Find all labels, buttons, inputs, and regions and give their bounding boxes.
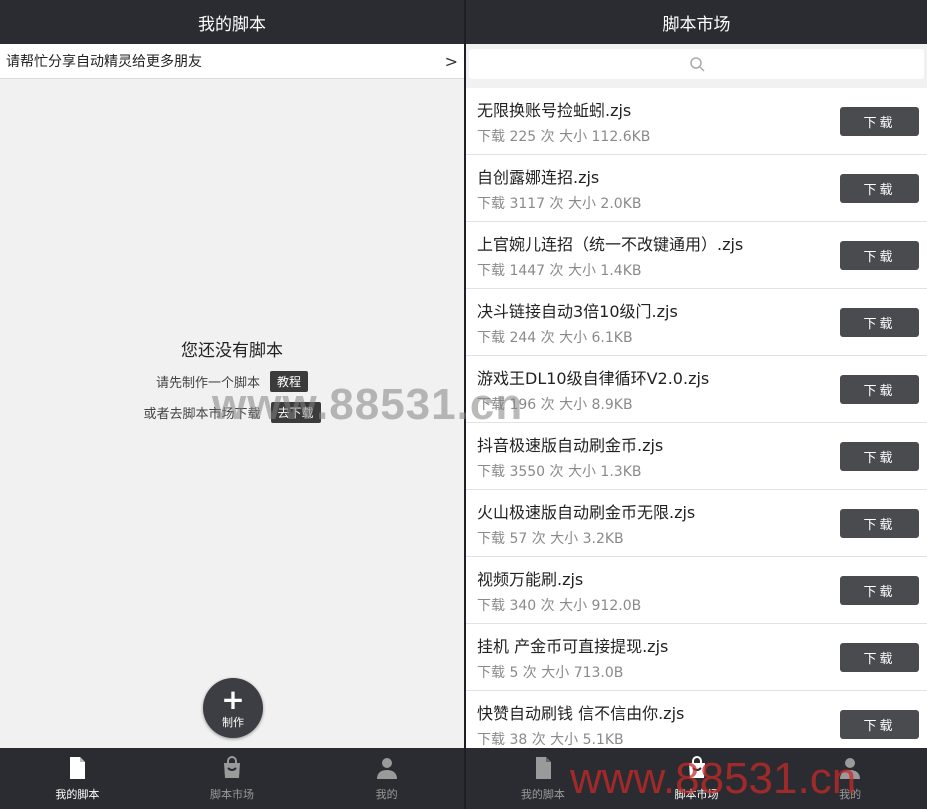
tutorial-button[interactable]: 教程 (270, 371, 309, 392)
my-scripts-screen: 我的脚本 请帮忙分享自动精灵给更多朋友 > 您还没有脚本 请先制作一个脚本 教程… (0, 0, 464, 809)
search-area (466, 44, 927, 88)
download-button[interactable]: 下载 (840, 107, 919, 136)
script-name: 快赞自动刷钱 信不信由你.zjs (477, 704, 685, 723)
empty-hint-market: 或者去脚本市场下载 去下载 (0, 402, 464, 423)
tab-label: 我的脚本 (520, 787, 565, 801)
list-item[interactable]: 视频万能刷.zjs 下载 340 次 大小 912.0B 下载 (466, 557, 927, 624)
empty-hint-make: 请先制作一个脚本 教程 (0, 371, 464, 392)
empty-state: 您还没有脚本 请先制作一个脚本 教程 或者去脚本市场下载 去下载 (0, 336, 464, 423)
download-button[interactable]: 下载 (840, 576, 919, 605)
script-name: 火山极速版自动刷金币无限.zjs (477, 503, 696, 522)
search-input[interactable] (469, 49, 924, 79)
document-icon (535, 756, 551, 779)
create-script-button[interactable]: + 制作 (203, 678, 263, 738)
user-icon (840, 757, 861, 779)
script-name: 抖音极速版自动刷金币.zjs (477, 436, 664, 455)
bottom-tab-bar: 我的脚本 脚本市场 我的 (466, 748, 927, 809)
tab-script-market[interactable]: 脚本市场 (620, 748, 774, 809)
tab-me[interactable]: 我的 (309, 748, 464, 809)
download-button[interactable]: 下载 (840, 308, 919, 337)
download-button[interactable]: 下载 (840, 643, 919, 672)
bottom-tab-bar: 我的脚本 脚本市场 我的 (0, 748, 464, 809)
search-icon (689, 57, 705, 72)
list-item[interactable]: 无限换账号捡蚯蚓.zjs 下载 225 次 大小 112.6KB 下载 (466, 88, 927, 155)
tab-label: 我的脚本 (55, 787, 100, 801)
page-title: 脚本市场 (466, 0, 927, 44)
document-icon (70, 756, 86, 779)
download-button[interactable]: 下载 (840, 710, 919, 739)
script-name: 视频万能刷.zjs (477, 570, 584, 589)
empty-hint-make-text: 请先制作一个脚本 (155, 376, 260, 391)
list-item[interactable]: 抖音极速版自动刷金币.zjs 下载 3550 次 大小 1.3KB 下载 (466, 423, 927, 490)
list-item[interactable]: 决斗链接自动3倍10级门.zjs 下载 244 次 大小 6.1KB 下载 (466, 289, 927, 356)
list-item[interactable]: 自创露娜连招.zjs 下载 3117 次 大小 2.0KB 下载 (466, 155, 927, 222)
script-name: 无限换账号捡蚯蚓.zjs (477, 101, 632, 120)
plus-icon: + (221, 682, 245, 716)
chevron-right-icon: > (444, 51, 458, 71)
script-meta: 下载 38 次 大小 5.1KB (477, 732, 624, 748)
tab-script-market[interactable]: 脚本市场 (155, 748, 310, 809)
download-button[interactable]: 下载 (840, 174, 919, 203)
script-meta: 下载 5 次 大小 713.0B (477, 665, 624, 681)
tab-my-scripts[interactable]: 我的脚本 (0, 748, 155, 809)
script-name: 上官婉儿连招（统一不改键通用）.zjs (477, 235, 744, 254)
tab-me[interactable]: 我的 (773, 748, 927, 809)
empty-hint-market-text: 或者去脚本市场下载 (143, 407, 261, 422)
download-button[interactable]: 下载 (840, 509, 919, 538)
empty-title: 您还没有脚本 (181, 341, 283, 361)
tab-label: 我的 (375, 787, 398, 801)
list-item[interactable]: 游戏王DL10级自律循环V2.0.zjs 下载 196 次 大小 8.9KB 下… (466, 356, 927, 423)
share-banner[interactable]: 请帮忙分享自动精灵给更多朋友 > (0, 44, 464, 79)
script-name: 自创露娜连招.zjs (477, 168, 600, 187)
shopping-bag-icon (688, 755, 705, 778)
script-market-screen: 脚本市场 无限换账号捡蚯蚓.zjs 下载 225 次 大小 112.6KB 下载… (466, 0, 927, 809)
tab-label: 我的 (839, 787, 862, 801)
create-label: 制作 (222, 715, 244, 729)
script-meta: 下载 244 次 大小 6.1KB (477, 330, 633, 346)
user-icon (376, 757, 397, 779)
script-meta: 下载 3550 次 大小 1.3KB (477, 464, 642, 480)
tab-label: 脚本市场 (210, 787, 254, 801)
script-name: 游戏王DL10级自律循环V2.0.zjs (477, 369, 710, 388)
shopping-bag-icon (224, 755, 240, 778)
download-button[interactable]: 下载 (840, 442, 919, 471)
script-meta: 下载 57 次 大小 3.2KB (477, 531, 624, 547)
script-meta: 下载 1447 次 大小 1.4KB (477, 263, 642, 279)
script-name: 决斗链接自动3倍10级门.zjs (477, 302, 678, 321)
page-title: 我的脚本 (0, 0, 464, 44)
script-name: 挂机 产金币可直接提现.zjs (477, 637, 669, 656)
script-meta: 下载 225 次 大小 112.6KB (477, 129, 651, 145)
download-button[interactable]: 下载 (840, 375, 919, 404)
go-download-button[interactable]: 去下载 (270, 402, 321, 423)
list-item[interactable]: 上官婉儿连招（统一不改键通用）.zjs 下载 1447 次 大小 1.4KB 下… (466, 222, 927, 289)
tab-my-scripts[interactable]: 我的脚本 (466, 748, 620, 809)
share-text: 请帮忙分享自动精灵给更多朋友 (6, 54, 202, 70)
script-meta: 下载 340 次 大小 912.0B (477, 598, 642, 614)
list-item[interactable]: 挂机 产金币可直接提现.zjs 下载 5 次 大小 713.0B 下载 (466, 624, 927, 691)
script-meta: 下载 3117 次 大小 2.0KB (477, 196, 642, 212)
script-list: 无限换账号捡蚯蚓.zjs 下载 225 次 大小 112.6KB 下载 自创露娜… (466, 88, 927, 758)
script-meta: 下载 196 次 大小 8.9KB (477, 397, 633, 413)
tab-label: 脚本市场 (674, 787, 719, 801)
list-item[interactable]: 火山极速版自动刷金币无限.zjs 下载 57 次 大小 3.2KB 下载 (466, 490, 927, 557)
download-button[interactable]: 下载 (840, 241, 919, 270)
